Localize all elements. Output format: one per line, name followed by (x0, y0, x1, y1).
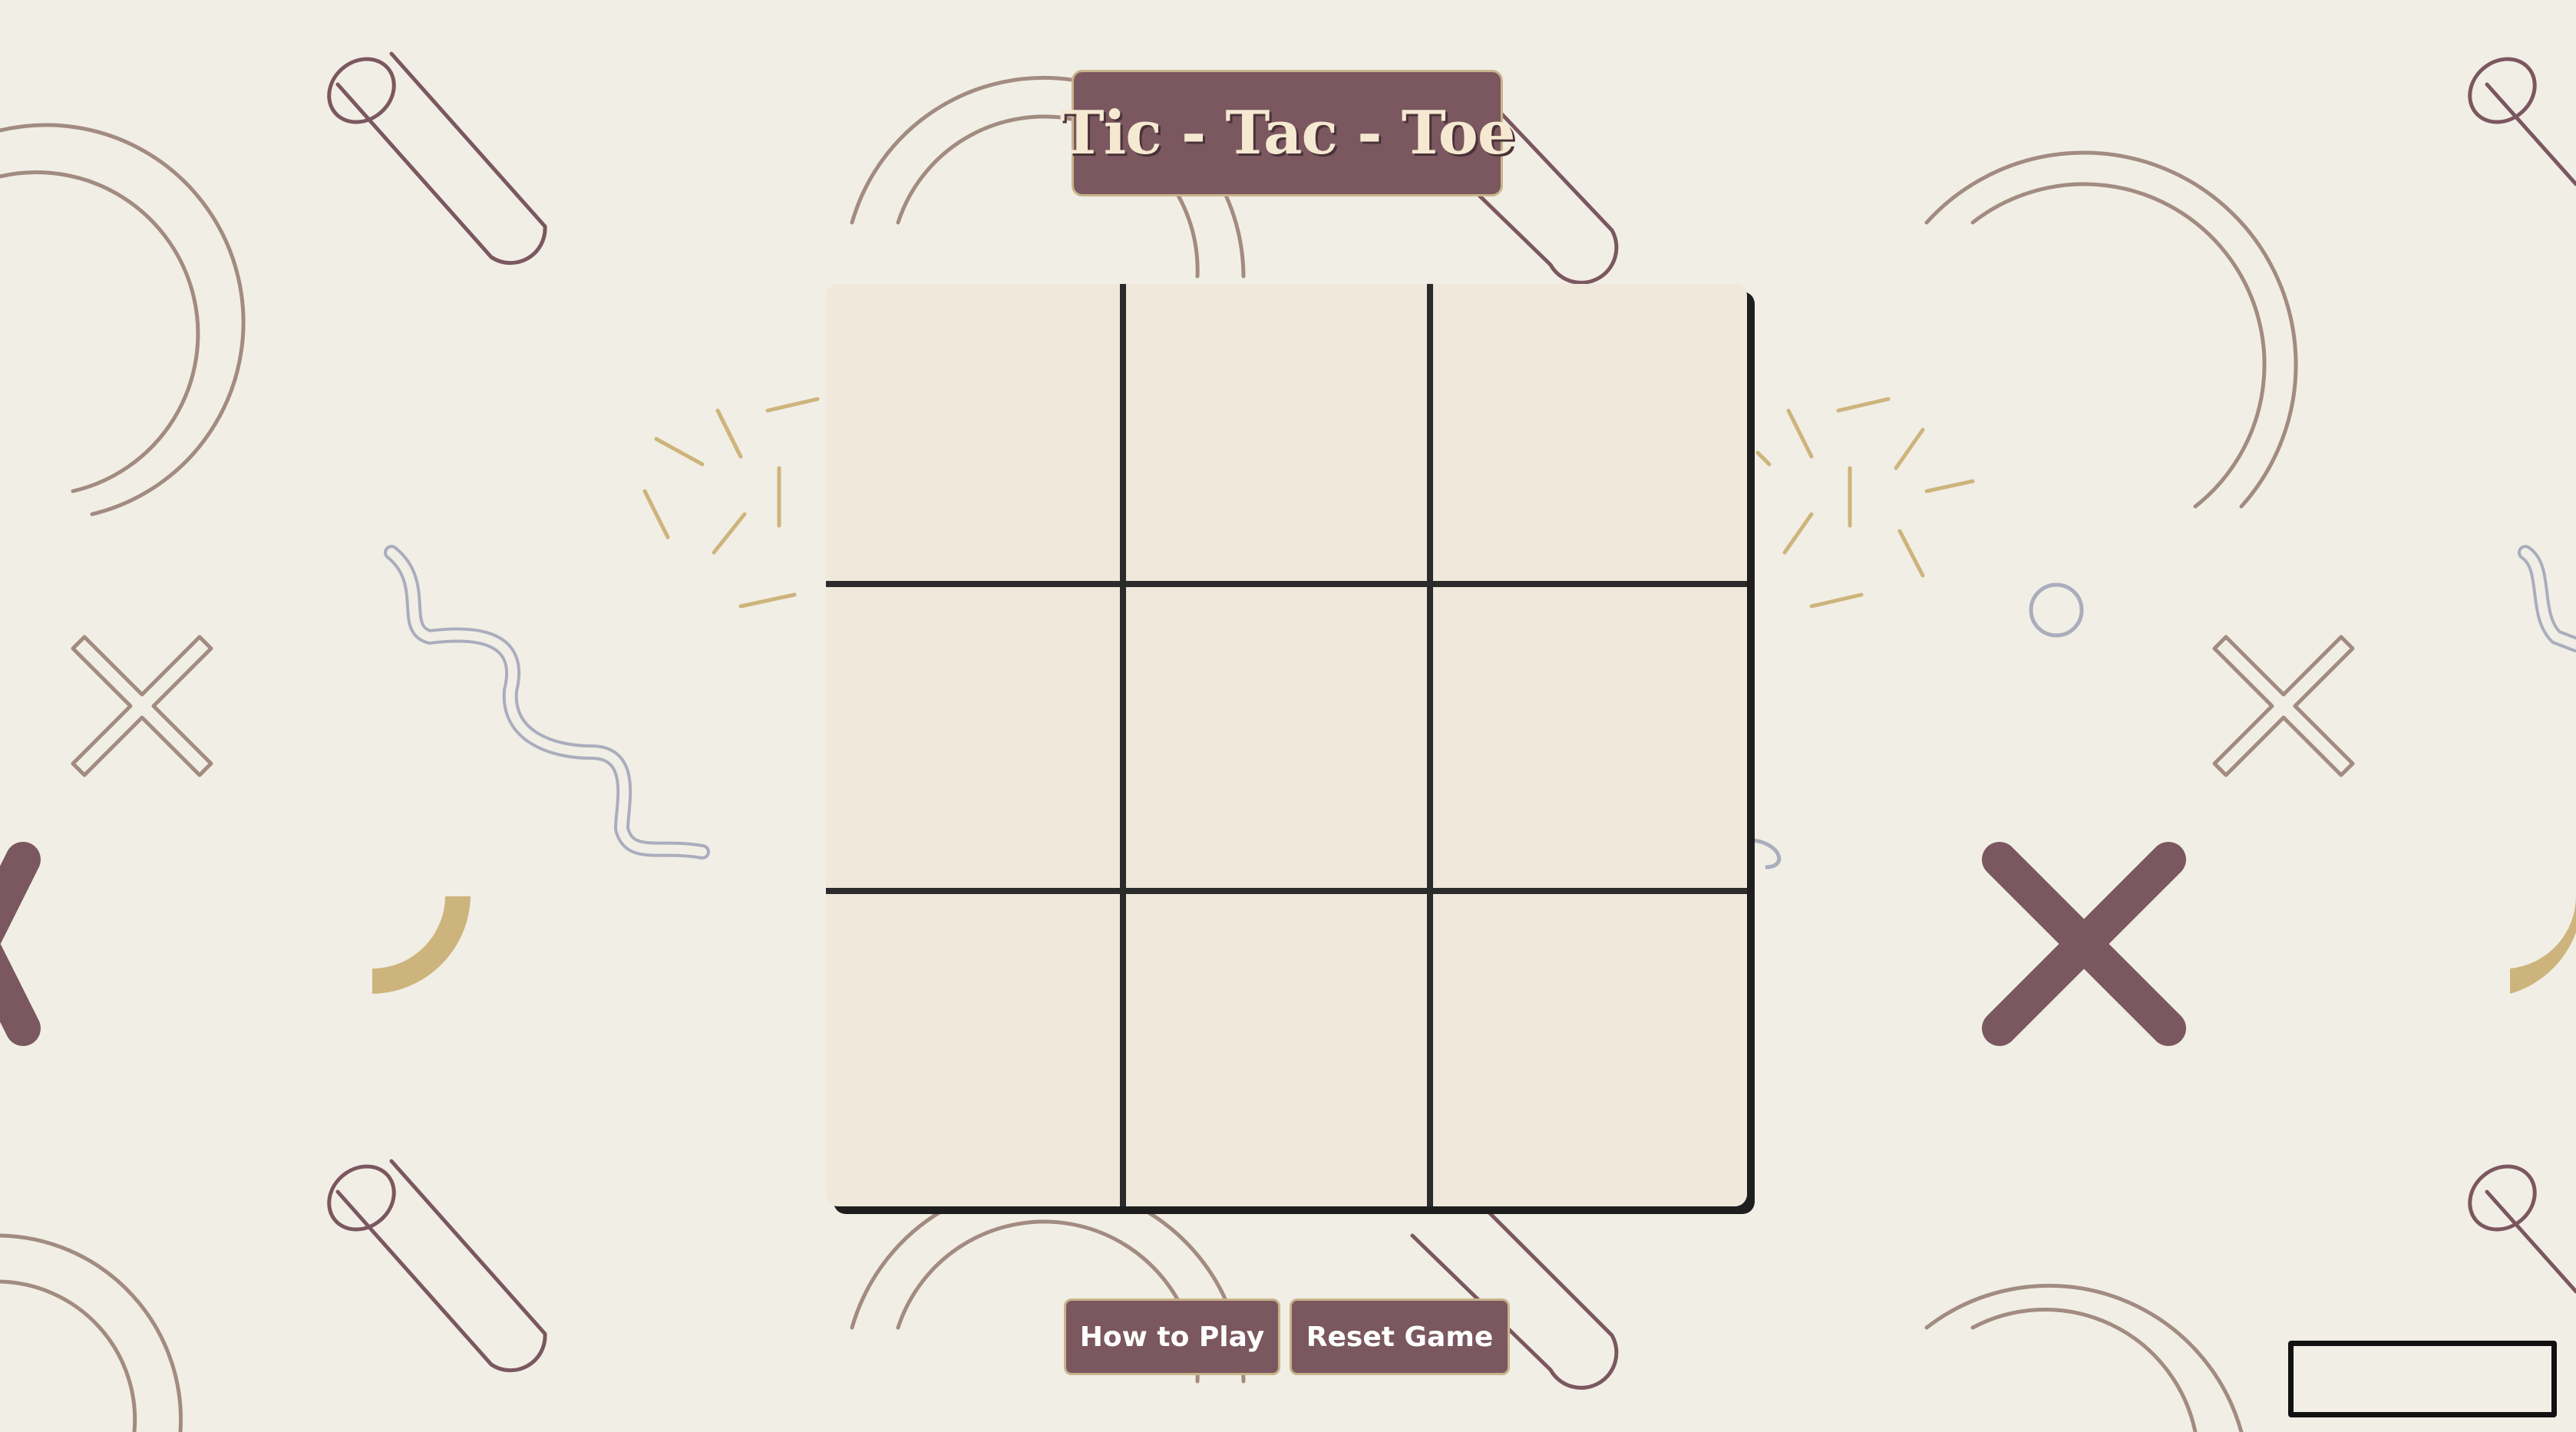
arc-icon (1924, 150, 2298, 509)
pipe-icon (2468, 1164, 2576, 1294)
pipe-icon (2468, 57, 2576, 186)
title-banner: Tic - Tac - Toe (1060, 70, 1515, 196)
arc-icon (0, 1233, 183, 1432)
sparkle-icon (1755, 397, 1975, 609)
board-cell-5[interactable] (1126, 587, 1433, 894)
x-outline-icon (2212, 635, 2355, 777)
x-solid-icon (0, 842, 41, 1046)
game-page: Tic - Tac - Toe How to Play Reset Game (0, 0, 2576, 1432)
board-cell-3[interactable] (1433, 284, 1747, 587)
board-cell-8[interactable] (1126, 894, 1433, 1206)
board-cell-4[interactable] (826, 587, 1126, 894)
board-cell-1[interactable] (826, 284, 1126, 587)
half-circle-icon (372, 896, 471, 994)
x-solid-icon (1982, 842, 2186, 1046)
how-to-play-button[interactable]: How to Play (1064, 1298, 1280, 1375)
pipe-icon (327, 51, 547, 266)
page-title: Tic - Tac - Toe (1059, 98, 1516, 168)
board-cell-2[interactable] (1126, 284, 1433, 587)
arc-icon (0, 123, 246, 516)
board-cell-9[interactable] (1433, 894, 1747, 1206)
half-circle-icon (2510, 896, 2576, 994)
arc-icon (1924, 1283, 2244, 1432)
board-cell-7[interactable] (826, 894, 1126, 1206)
reset-game-button[interactable]: Reset Game (1290, 1298, 1510, 1375)
circle-outline-icon (2029, 582, 2084, 638)
game-board (826, 284, 1747, 1206)
status-box (2288, 1341, 2557, 1417)
pipe-icon (327, 1159, 547, 1373)
sparkle-icon (642, 397, 820, 609)
x-outline-icon (71, 635, 213, 777)
board-cell-6[interactable] (1433, 587, 1747, 894)
squiggle-icon (384, 545, 710, 860)
